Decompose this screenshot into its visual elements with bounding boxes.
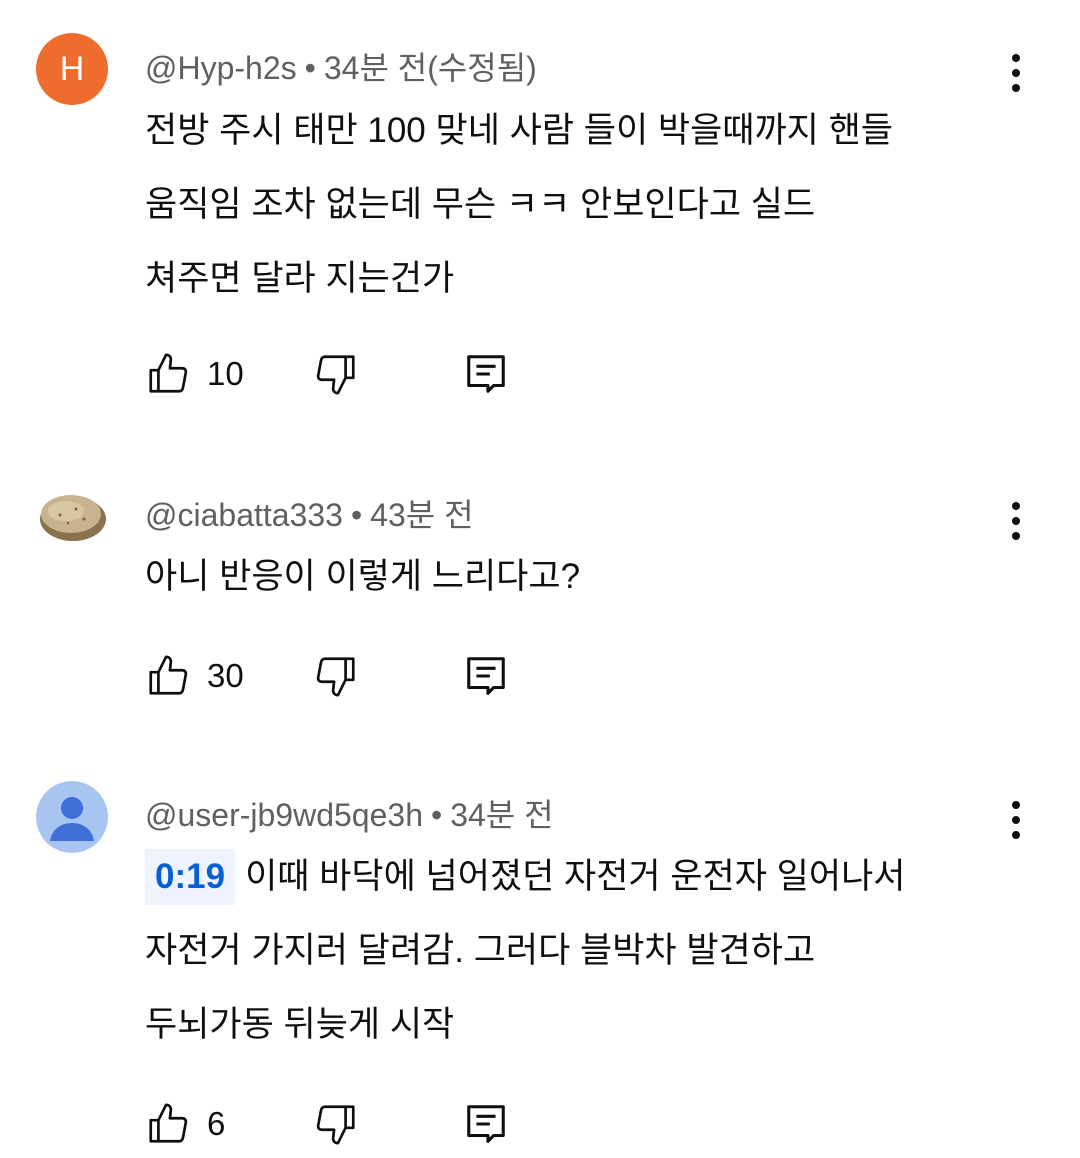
comment-text: 아니 반응이 이렇게 느리다고? xyxy=(145,540,1025,614)
reply-button[interactable] xyxy=(463,653,509,699)
comment-actions: 6 xyxy=(145,1101,545,1149)
comment-time: 34분 전 xyxy=(450,797,554,833)
author-name[interactable]: @user-jb9wd5qe3h xyxy=(145,797,423,833)
like-count: 6 xyxy=(207,1105,226,1142)
dislike-icon xyxy=(316,1105,355,1145)
avatar[interactable] xyxy=(36,481,108,553)
dislike-icon xyxy=(316,355,355,395)
more-options-icon[interactable] xyxy=(1008,801,1024,839)
comment-actions: 30 xyxy=(145,653,545,701)
reply-button[interactable] xyxy=(463,1101,509,1147)
bread-avatar-image xyxy=(40,495,106,541)
author-name[interactable]: @ciabatta333 xyxy=(145,497,343,533)
reply-icon xyxy=(467,657,505,695)
comment-text: 전방 주시 태만 100 맞네 사람 들이 박을때까지 핸들 움직임 조차 없는… xyxy=(145,94,1025,316)
dislike-button[interactable] xyxy=(313,351,359,397)
comment-header: @Hyp-h2s • 34분 전(수정됨) xyxy=(145,43,537,89)
like-count: 10 xyxy=(207,355,244,392)
comment-time: 43분 전 xyxy=(370,497,474,533)
more-options-icon[interactable] xyxy=(1008,54,1024,92)
like-icon xyxy=(149,353,188,393)
avatar-letter: H xyxy=(59,49,85,88)
dislike-button[interactable] xyxy=(313,1101,359,1147)
comment-header: @ciabatta333 • 43분 전 xyxy=(145,490,474,536)
comment-line: 자전거 가지러 달려감. 그러다 블박차 발견하고 xyxy=(145,931,816,970)
like-count: 30 xyxy=(207,657,244,694)
dislike-button[interactable] xyxy=(313,653,359,699)
comment-line: 아니 반응이 이렇게 느리다고? xyxy=(145,557,581,596)
author-name[interactable]: @Hyp-h2s xyxy=(145,50,297,86)
like-icon xyxy=(149,655,188,695)
dislike-icon xyxy=(316,657,355,697)
comment-header: @user-jb9wd5qe3h • 34분 전 xyxy=(145,790,554,836)
reply-icon xyxy=(467,355,505,393)
comment-time: 34분 전(수정됨) xyxy=(323,50,537,86)
comment-actions: 10 xyxy=(145,351,545,399)
like-icon xyxy=(149,1103,188,1143)
like-button[interactable]: 10 xyxy=(145,351,244,397)
avatar[interactable]: H xyxy=(36,33,108,105)
reply-button[interactable] xyxy=(463,351,509,397)
like-button[interactable]: 6 xyxy=(145,1101,225,1147)
separator-dot: • xyxy=(430,797,443,833)
comment-line: 움직임 조차 없는데 무슨 ㅋㅋ 안보인다고 실드 xyxy=(145,185,816,224)
avatar[interactable] xyxy=(36,781,108,853)
like-button[interactable]: 30 xyxy=(145,653,244,699)
separator-dot: • xyxy=(350,497,363,533)
comment-line: 전방 주시 태만 100 맞네 사람 들이 박을때까지 핸들 xyxy=(145,111,893,150)
comment-line: 두뇌가동 뒤늦게 시작 xyxy=(145,1005,455,1044)
reply-icon xyxy=(467,1105,505,1143)
more-options-icon[interactable] xyxy=(1008,502,1024,540)
comment-line: 이때 바닥에 넘어졌던 자전거 운전자 일어나서 xyxy=(245,857,906,896)
default-user-icon xyxy=(50,797,94,841)
comment-text: 0:19 이때 바닥에 넘어졌던 자전거 운전자 일어나서 자전거 가지러 달려감… xyxy=(145,840,1025,1062)
separator-dot: • xyxy=(304,50,316,86)
timestamp-link[interactable]: 0:19 xyxy=(145,849,236,905)
comment-line: 쳐주면 달라 지는건가 xyxy=(145,259,455,298)
